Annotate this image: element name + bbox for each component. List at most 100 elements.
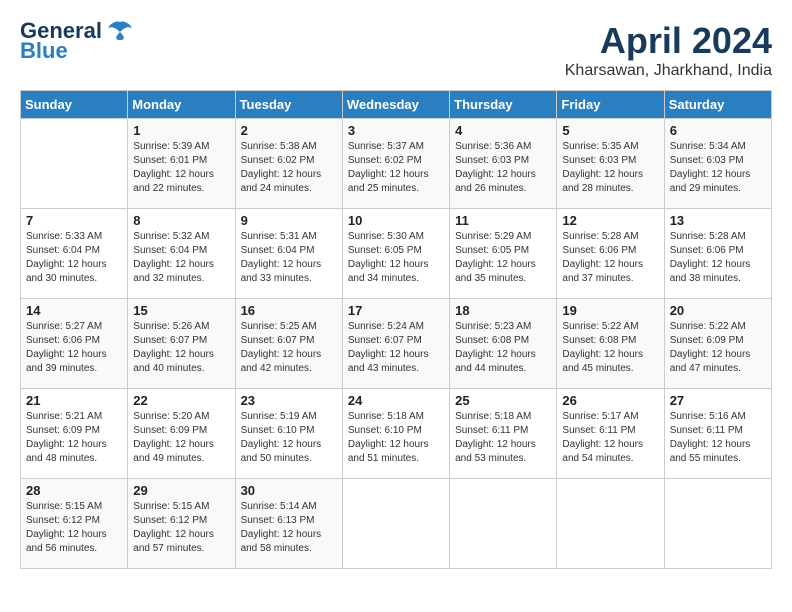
weekday-header-sunday: Sunday: [21, 91, 128, 119]
day-number: 8: [133, 213, 229, 228]
calendar-cell: 8 Sunrise: 5:32 AM Sunset: 6:04 PM Daylig…: [128, 209, 235, 299]
weekday-header-monday: Monday: [128, 91, 235, 119]
day-number: 24: [348, 393, 444, 408]
calendar-cell: 6 Sunrise: 5:34 AM Sunset: 6:03 PM Daylig…: [664, 119, 771, 209]
day-number: 22: [133, 393, 229, 408]
calendar-cell: 5Sunrise: 5:35 AM Sunset: 6:03 PM Daylig…: [557, 119, 664, 209]
calendar-cell: 15Sunrise: 5:26 AM Sunset: 6:07 PM Dayli…: [128, 299, 235, 389]
calendar-cell: 2 Sunrise: 5:38 AM Sunset: 6:02 PM Daylig…: [235, 119, 342, 209]
calendar-cell: 23 Sunrise: 5:19 AM Sunset: 6:10 PM Dayli…: [235, 389, 342, 479]
day-info: Sunrise: 5:19 AM Sunset: 6:10 PM Dayligh…: [241, 410, 337, 466]
month-title: April 2024: [565, 20, 772, 62]
calendar-cell: 30Sunrise: 5:14 AM Sunset: 6:13 PM Dayli…: [235, 479, 342, 569]
day-number: 27: [670, 393, 766, 408]
day-info: Sunrise: 5:20 AM Sunset: 6:09 PM Dayligh…: [133, 410, 229, 466]
day-number: 11: [455, 213, 551, 228]
calendar-cell: [557, 479, 664, 569]
calendar-week-row: 7 Sunrise: 5:33 AM Sunset: 6:04 PM Daylig…: [21, 209, 772, 299]
day-number: 10: [348, 213, 444, 228]
day-number: 25: [455, 393, 551, 408]
weekday-header-friday: Friday: [557, 91, 664, 119]
calendar-cell: 16Sunrise: 5:25 AM Sunset: 6:07 PM Dayli…: [235, 299, 342, 389]
calendar-cell: 12 Sunrise: 5:28 AM Sunset: 6:06 PM Dayli…: [557, 209, 664, 299]
day-number: 15: [133, 303, 229, 318]
calendar-cell: 1 Sunrise: 5:39 AM Sunset: 6:01 PM Daylig…: [128, 119, 235, 209]
day-info: Sunrise: 5:16 AM Sunset: 6:11 PM Dayligh…: [670, 410, 766, 466]
calendar-cell: 28Sunrise: 5:15 AM Sunset: 6:12 PM Dayli…: [21, 479, 128, 569]
calendar-table: SundayMondayTuesdayWednesdayThursdayFrid…: [20, 90, 772, 569]
day-info: Sunrise: 5:24 AM Sunset: 6:07 PM Dayligh…: [348, 320, 444, 376]
day-number: 12: [562, 213, 658, 228]
day-number: 26: [562, 393, 658, 408]
calendar-cell: 19 Sunrise: 5:22 AM Sunset: 6:08 PM Dayli…: [557, 299, 664, 389]
day-number: 13: [670, 213, 766, 228]
day-info: Sunrise: 5:39 AM Sunset: 6:01 PM Dayligh…: [133, 140, 229, 196]
day-number: 23: [241, 393, 337, 408]
calendar-cell: 3 Sunrise: 5:37 AM Sunset: 6:02 PM Daylig…: [342, 119, 449, 209]
title-block: April 2024 Kharsawan, Jharkhand, India: [565, 20, 772, 80]
calendar-cell: 9Sunrise: 5:31 AM Sunset: 6:04 PM Daylig…: [235, 209, 342, 299]
logo: General Blue: [20, 20, 134, 62]
day-number: 14: [26, 303, 122, 318]
day-number: 1: [133, 123, 229, 138]
day-info: Sunrise: 5:22 AM Sunset: 6:09 PM Dayligh…: [670, 320, 766, 376]
calendar-cell: 7 Sunrise: 5:33 AM Sunset: 6:04 PM Daylig…: [21, 209, 128, 299]
calendar-cell: 14 Sunrise: 5:27 AM Sunset: 6:06 PM Dayli…: [21, 299, 128, 389]
weekday-header-saturday: Saturday: [664, 91, 771, 119]
day-number: 5: [562, 123, 658, 138]
day-number: 4: [455, 123, 551, 138]
day-number: 18: [455, 303, 551, 318]
calendar-cell: 17 Sunrise: 5:24 AM Sunset: 6:07 PM Dayli…: [342, 299, 449, 389]
calendar-cell: [342, 479, 449, 569]
day-number: 6: [670, 123, 766, 138]
calendar-cell: 24 Sunrise: 5:18 AM Sunset: 6:10 PM Dayli…: [342, 389, 449, 479]
calendar-cell: 25Sunrise: 5:18 AM Sunset: 6:11 PM Dayli…: [450, 389, 557, 479]
weekday-header-wednesday: Wednesday: [342, 91, 449, 119]
calendar-cell: [664, 479, 771, 569]
day-info: Sunrise: 5:17 AM Sunset: 6:11 PM Dayligh…: [562, 410, 658, 466]
day-info: Sunrise: 5:32 AM Sunset: 6:04 PM Dayligh…: [133, 230, 229, 286]
calendar-cell: 13Sunrise: 5:28 AM Sunset: 6:06 PM Dayli…: [664, 209, 771, 299]
day-number: 16: [241, 303, 337, 318]
calendar-cell: 27 Sunrise: 5:16 AM Sunset: 6:11 PM Dayli…: [664, 389, 771, 479]
weekday-header-row: SundayMondayTuesdayWednesdayThursdayFrid…: [21, 91, 772, 119]
day-info: Sunrise: 5:14 AM Sunset: 6:13 PM Dayligh…: [241, 500, 337, 556]
day-info: Sunrise: 5:28 AM Sunset: 6:06 PM Dayligh…: [562, 230, 658, 286]
calendar-cell: 18 Sunrise: 5:23 AM Sunset: 6:08 PM Dayli…: [450, 299, 557, 389]
day-info: Sunrise: 5:36 AM Sunset: 6:03 PM Dayligh…: [455, 140, 551, 196]
calendar-week-row: 1 Sunrise: 5:39 AM Sunset: 6:01 PM Daylig…: [21, 119, 772, 209]
day-info: Sunrise: 5:21 AM Sunset: 6:09 PM Dayligh…: [26, 410, 122, 466]
location-title: Kharsawan, Jharkhand, India: [565, 62, 772, 80]
day-info: Sunrise: 5:22 AM Sunset: 6:08 PM Dayligh…: [562, 320, 658, 376]
page-header: General Blue April 2024 Kharsawan, Jhark…: [20, 20, 772, 80]
day-number: 28: [26, 483, 122, 498]
calendar-cell: 4 Sunrise: 5:36 AM Sunset: 6:03 PM Daylig…: [450, 119, 557, 209]
day-info: Sunrise: 5:23 AM Sunset: 6:08 PM Dayligh…: [455, 320, 551, 376]
day-info: Sunrise: 5:34 AM Sunset: 6:03 PM Dayligh…: [670, 140, 766, 196]
calendar-cell: [450, 479, 557, 569]
day-info: Sunrise: 5:37 AM Sunset: 6:02 PM Dayligh…: [348, 140, 444, 196]
day-number: 2: [241, 123, 337, 138]
day-number: 17: [348, 303, 444, 318]
calendar-cell: 21 Sunrise: 5:21 AM Sunset: 6:09 PM Dayli…: [21, 389, 128, 479]
day-info: Sunrise: 5:15 AM Sunset: 6:12 PM Dayligh…: [133, 500, 229, 556]
day-number: 20: [670, 303, 766, 318]
day-info: Sunrise: 5:27 AM Sunset: 6:06 PM Dayligh…: [26, 320, 122, 376]
logo-blue-text: Blue: [20, 40, 68, 62]
day-info: Sunrise: 5:29 AM Sunset: 6:05 PM Dayligh…: [455, 230, 551, 286]
weekday-header-tuesday: Tuesday: [235, 91, 342, 119]
day-number: 29: [133, 483, 229, 498]
calendar-cell: 22 Sunrise: 5:20 AM Sunset: 6:09 PM Dayli…: [128, 389, 235, 479]
day-number: 21: [26, 393, 122, 408]
calendar-week-row: 28 Sunrise: 5:15 AM Sunset: 6:12 PM Dayli…: [21, 479, 772, 569]
calendar-cell: 11 Sunrise: 5:29 AM Sunset: 6:05 PM Dayli…: [450, 209, 557, 299]
day-info: Sunrise: 5:33 AM Sunset: 6:04 PM Dayligh…: [26, 230, 122, 286]
calendar-cell: 20 Sunrise: 5:22 AM Sunset: 6:09 PM Dayli…: [664, 299, 771, 389]
day-info: Sunrise: 5:30 AM Sunset: 6:05 PM Dayligh…: [348, 230, 444, 286]
day-number: 3: [348, 123, 444, 138]
day-number: 19: [562, 303, 658, 318]
calendar-cell: 26 Sunrise: 5:17 AM Sunset: 6:11 PM Dayli…: [557, 389, 664, 479]
day-info: Sunrise: 5:38 AM Sunset: 6:02 PM Dayligh…: [241, 140, 337, 196]
day-number: 7: [26, 213, 122, 228]
day-info: Sunrise: 5:18 AM Sunset: 6:10 PM Dayligh…: [348, 410, 444, 466]
